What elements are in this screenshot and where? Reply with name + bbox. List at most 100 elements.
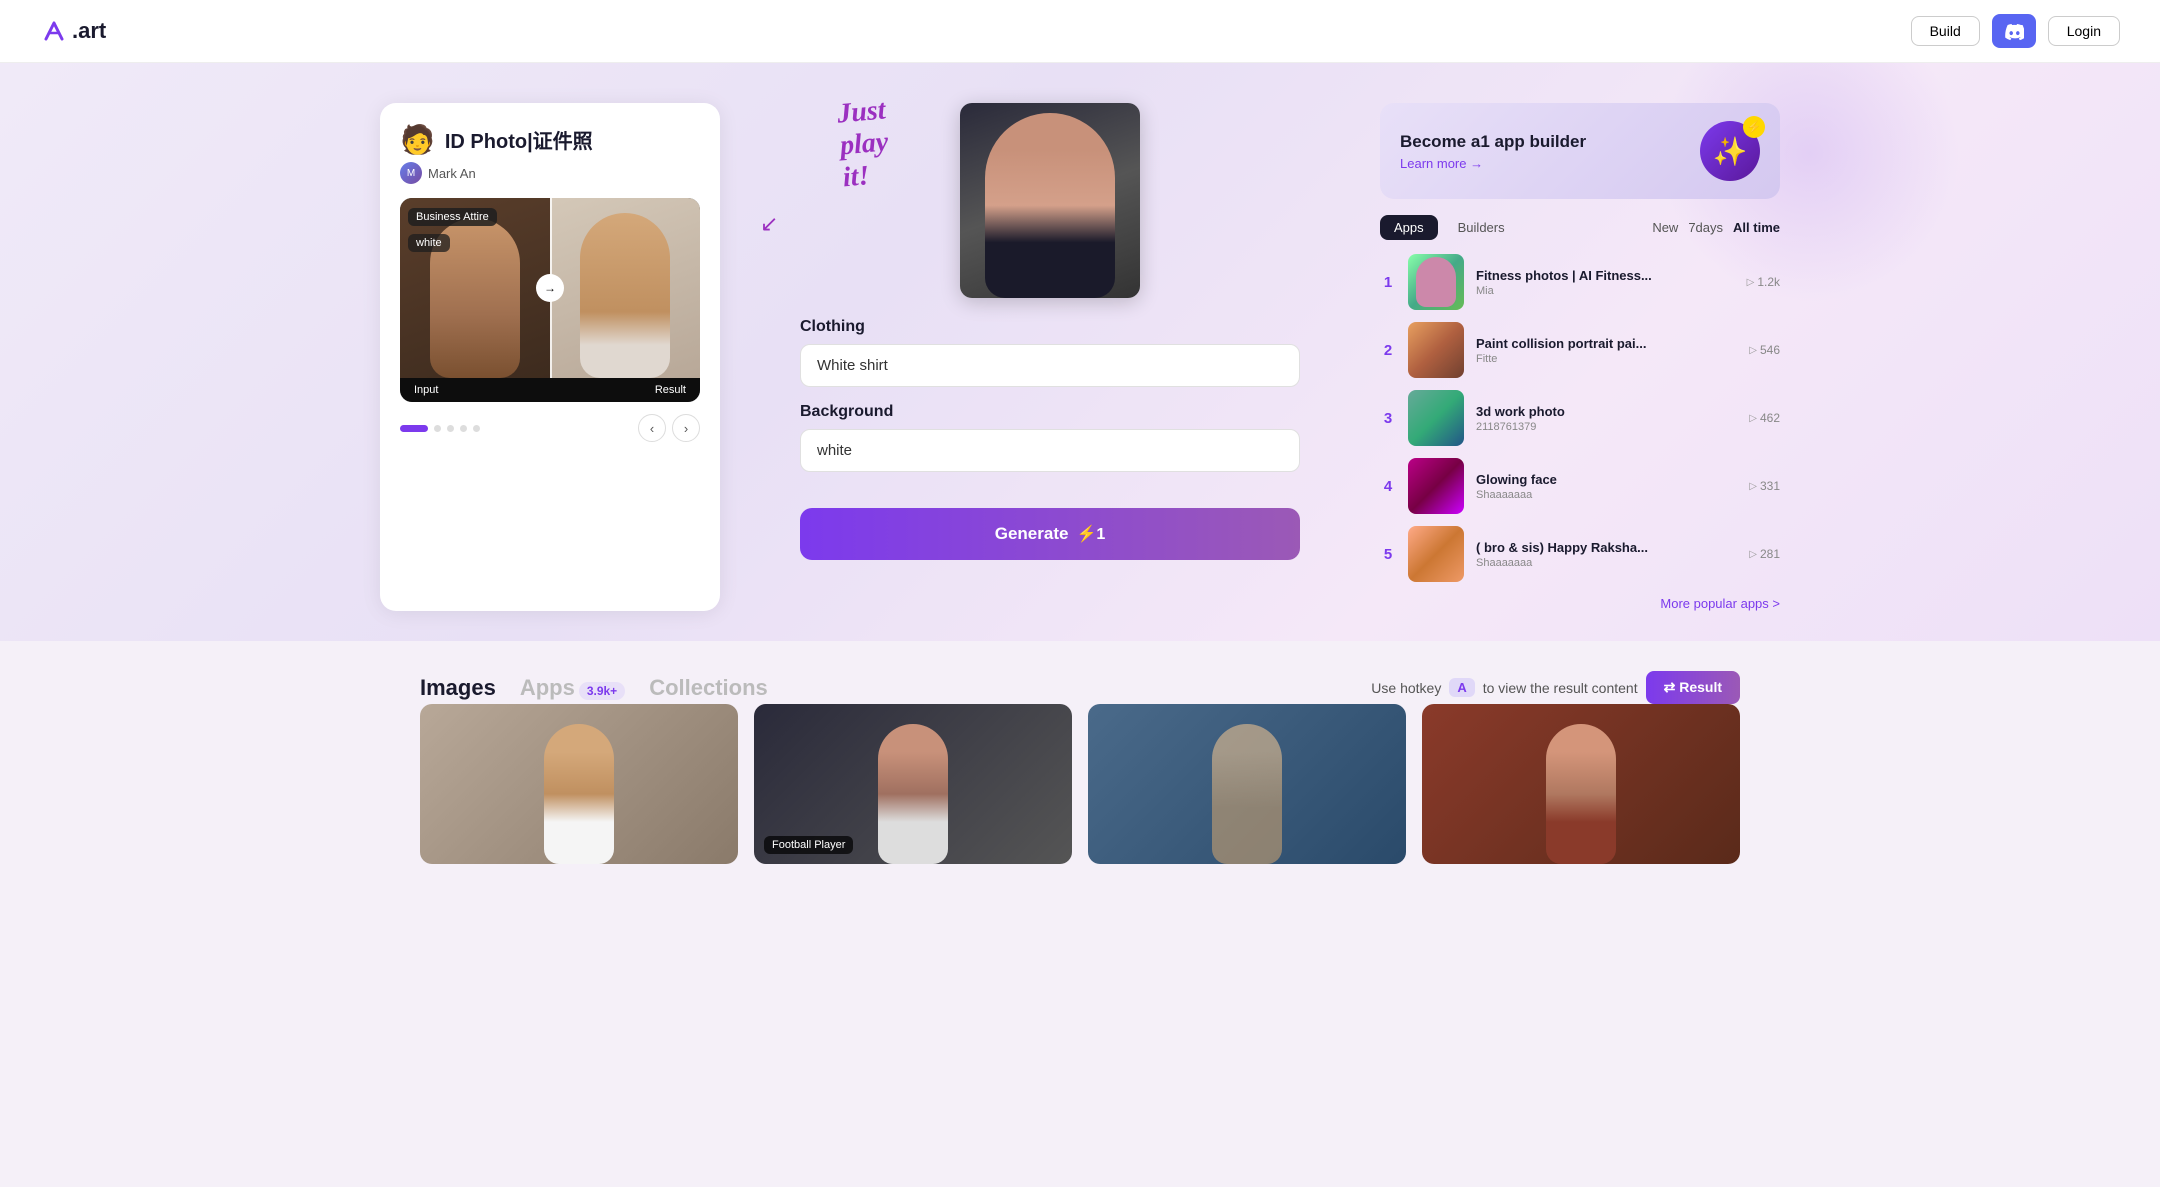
result-button[interactable]: ⇄ Result [1646, 671, 1740, 704]
filter-7days[interactable]: 7days [1688, 220, 1723, 235]
dot-2[interactable] [434, 425, 441, 432]
app-title: ID Photo|证件照 [445, 125, 593, 154]
app-creator-1: Mia [1476, 285, 1735, 297]
carousel-dots [400, 425, 480, 432]
app-item-5[interactable]: 5 ( bro & sis) Happy Raksha... Shaaaaaaa… [1380, 526, 1780, 582]
nav-right: Build Login [1911, 14, 2120, 48]
discord-button[interactable] [1992, 14, 2036, 48]
app-info-1: Fitness photos | AI Fitness... Mia [1476, 268, 1735, 297]
app-name-1: Fitness photos | AI Fitness... [1476, 268, 1735, 283]
logo-icon [40, 17, 68, 45]
generate-cost: ⚡1 [1076, 524, 1105, 544]
build-button[interactable]: Build [1911, 16, 1980, 46]
badge-business: Business Attire [408, 208, 497, 226]
app-creator-4: Shaaaaaaa [1476, 489, 1737, 501]
discord-icon [2004, 21, 2024, 41]
author-name: Mark An [428, 166, 476, 181]
play-icon-1: ▷ [1747, 277, 1755, 288]
hotkey-key: A [1449, 678, 1474, 697]
hotkey-prefix: Use hotkey [1371, 680, 1441, 696]
app-thumb-4 [1408, 458, 1464, 514]
app-info-4: Glowing face Shaaaaaaa [1476, 472, 1737, 501]
bottom-tabs-row: Images Apps3.9k+ Collections Use hotkey … [420, 671, 1740, 704]
app-plays-5: ▷ 281 [1749, 547, 1780, 561]
prev-button[interactable]: ‹ [638, 414, 666, 442]
carousel-nav-buttons: ‹ › [638, 414, 700, 442]
app-count-5: 281 [1760, 547, 1780, 561]
promo-coin: ⚡ [1743, 116, 1765, 138]
gallery-label-2: Football Player [764, 836, 853, 854]
more-apps-link[interactable]: More popular apps > [1380, 596, 1780, 611]
dot-4[interactable] [460, 425, 467, 432]
app-thumb-2 [1408, 322, 1464, 378]
promo-link[interactable]: Learn more → [1400, 156, 1586, 171]
apps-tabs-row: Apps Builders New 7days All time [1380, 215, 1780, 240]
btab-images[interactable]: Images [420, 675, 496, 701]
btab-apps[interactable]: Apps3.9k+ [520, 675, 625, 701]
app-rank-4: 4 [1380, 478, 1396, 495]
author-avatar: M [400, 162, 422, 184]
app-thumb-3 [1408, 390, 1464, 446]
promo-text: Become a1 app builder Learn more → [1400, 132, 1586, 171]
btab-collections[interactable]: Collections [649, 675, 768, 701]
tab-apps[interactable]: Apps [1380, 215, 1438, 240]
photo-result [550, 198, 700, 378]
promo-title: Become a1 app builder [1400, 132, 1586, 152]
dot-active[interactable] [400, 425, 428, 432]
time-filters: New 7days All time [1652, 220, 1780, 235]
app-creator-5: Shaaaaaaa [1476, 557, 1737, 569]
gallery-item-1[interactable] [420, 704, 738, 864]
app-count-1: 1.2k [1757, 275, 1780, 289]
app-name-2: Paint collision portrait pai... [1476, 336, 1737, 351]
play-icon-5: ▷ [1749, 549, 1757, 560]
app-rank-2: 2 [1380, 342, 1396, 359]
app-info-2: Paint collision portrait pai... Fitte [1476, 336, 1737, 365]
app-item-3[interactable]: 3 3d work photo 2118761379 ▷ 462 [1380, 390, 1780, 446]
app-rank-5: 5 [1380, 546, 1396, 563]
dots-nav: ‹ › [400, 414, 700, 442]
promo-card: Become a1 app builder Learn more → ✨ ⚡ [1380, 103, 1780, 199]
background-input[interactable] [800, 429, 1300, 472]
label-input: Input [414, 384, 438, 396]
app-name-5: ( bro & sis) Happy Raksha... [1476, 540, 1737, 555]
middle-panel: Clothing Background Generate ⚡1 [740, 103, 1360, 611]
clothing-label: Clothing [800, 318, 1300, 336]
clothing-input[interactable] [800, 344, 1300, 387]
logo[interactable]: .art [40, 17, 106, 45]
app-item-4[interactable]: 4 Glowing face Shaaaaaaa ▷ 331 [1380, 458, 1780, 514]
app-info-3: 3d work photo 2118761379 [1476, 404, 1737, 433]
compare-labels: Input Result [400, 378, 700, 402]
play-icon-4: ▷ [1749, 481, 1757, 492]
gallery-item-3[interactable] [1088, 704, 1406, 864]
login-button[interactable]: Login [2048, 16, 2120, 46]
app-plays-3: ▷ 462 [1749, 411, 1780, 425]
hero-section: Just play it! ↙ 🧑 ID Photo|证件照 M Mark An… [0, 63, 2160, 641]
app-rank-3: 3 [1380, 410, 1396, 427]
portrait-image [960, 103, 1140, 298]
app-item-2[interactable]: 2 Paint collision portrait pai... Fitte … [1380, 322, 1780, 378]
app-count-4: 331 [1760, 479, 1780, 493]
form-section: Clothing Background [800, 318, 1300, 488]
promo-icon: ✨ ⚡ [1700, 121, 1760, 181]
gallery-item-4[interactable] [1422, 704, 1740, 864]
dot-3[interactable] [447, 425, 454, 432]
photo-compare: Business Attire white → Input Result [400, 198, 700, 402]
tab-builders[interactable]: Builders [1444, 215, 1519, 240]
filter-alltime[interactable]: All time [1733, 220, 1780, 235]
navbar: .art Build Login [0, 0, 2160, 63]
app-plays-2: ▷ 546 [1749, 343, 1780, 357]
generate-label: Generate [995, 524, 1069, 544]
play-icon-3: ▷ [1749, 413, 1757, 424]
generate-button[interactable]: Generate ⚡1 [800, 508, 1300, 560]
dot-5[interactable] [473, 425, 480, 432]
app-name-4: Glowing face [1476, 472, 1737, 487]
next-button[interactable]: › [672, 414, 700, 442]
filter-new[interactable]: New [1652, 220, 1678, 235]
app-thumb-5 [1408, 526, 1464, 582]
left-panel: 🧑 ID Photo|证件照 M Mark An Business Attire… [380, 103, 720, 611]
app-plays-4: ▷ 331 [1749, 479, 1780, 493]
gallery: Football Player [420, 704, 1740, 864]
app-item-1[interactable]: 1 Fitness photos | AI Fitness... Mia ▷ 1… [1380, 254, 1780, 310]
gallery-item-2[interactable]: Football Player [754, 704, 1072, 864]
apps-badge: 3.9k+ [579, 682, 625, 700]
